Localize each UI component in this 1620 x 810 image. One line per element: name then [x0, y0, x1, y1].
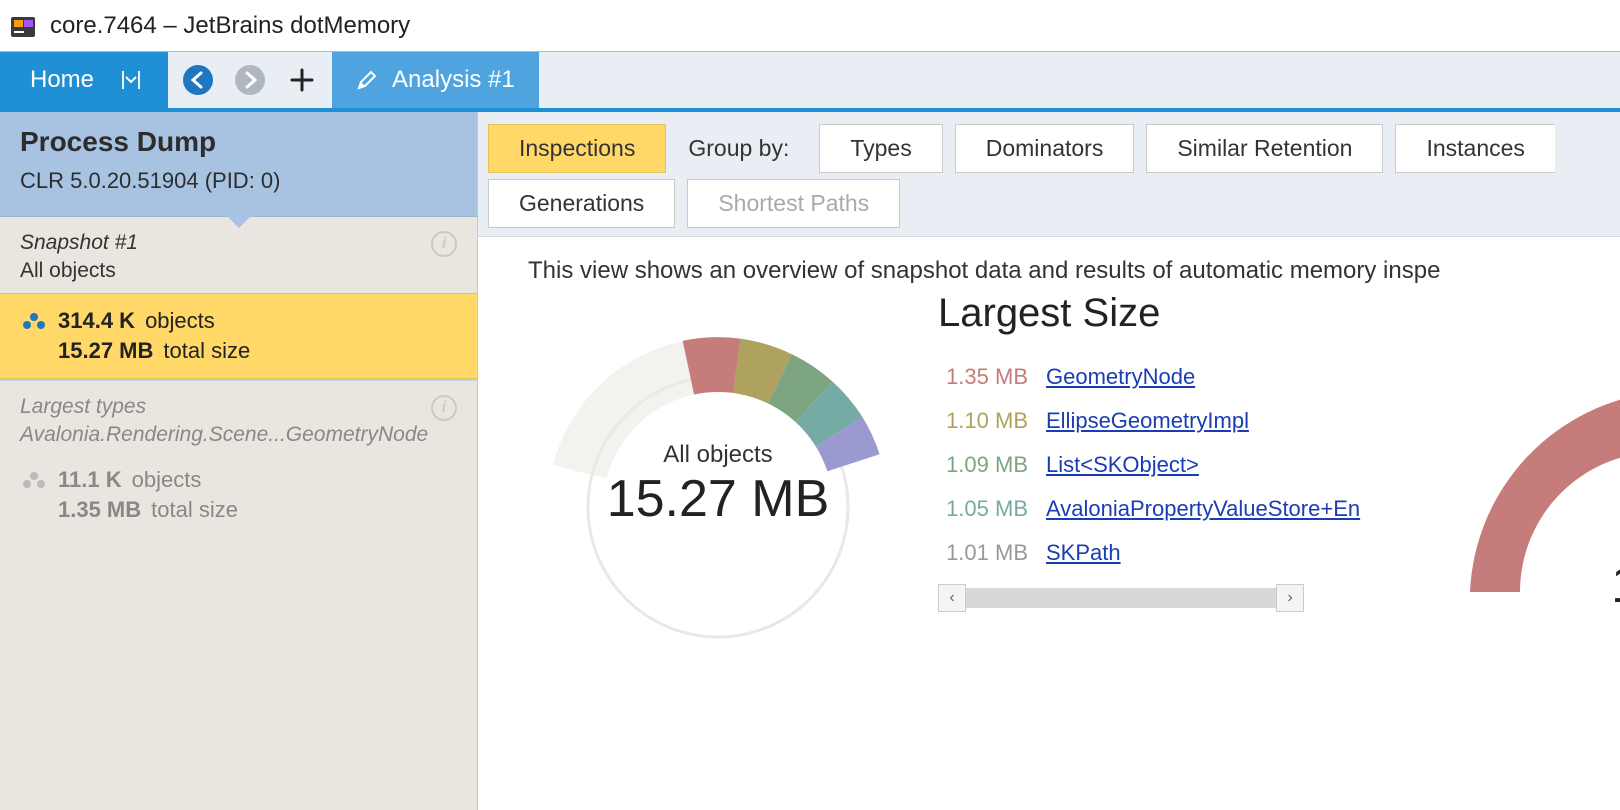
legend-size: 1.35 MB: [938, 364, 1028, 390]
process-dump-subtitle: CLR 5.0.20.51904 (PID: 0): [20, 168, 457, 194]
tabs-area: Inspections Group by: Types Dominators S…: [478, 112, 1620, 237]
legend-title: Largest Size: [938, 291, 1360, 336]
lt-objects-label: objects: [132, 467, 202, 493]
snapshot-card-selected[interactable]: 314.4 K objects 15.27 MB total size: [0, 293, 477, 379]
legend-link[interactable]: List<SKObject>: [1046, 452, 1199, 478]
pencil-icon: [356, 69, 378, 91]
legend-item[interactable]: 1.09 MB List<SKObject>: [938, 452, 1360, 478]
snapshot-subtitle: All objects: [20, 259, 457, 283]
tab-instances[interactable]: Instances: [1395, 124, 1554, 173]
legend-size: 1.01 MB: [938, 540, 1028, 566]
app-icon: [8, 10, 40, 42]
legend-item[interactable]: 1.05 MB AvaloniaPropertyValueStore+En: [938, 496, 1360, 522]
largest-types-title: Largest types: [20, 395, 457, 419]
tab-dominators[interactable]: Dominators: [955, 124, 1135, 173]
nav-group: [168, 52, 332, 108]
legend-size: 1.09 MB: [938, 452, 1028, 478]
legend-link[interactable]: EllipseGeometryImpl: [1046, 408, 1249, 434]
largest-types-card[interactable]: 11.1 K objects 1.35 MB total size: [0, 453, 477, 537]
nav-forward-button: [226, 56, 274, 104]
titlebar: core.7464 – JetBrains dotMemory: [0, 0, 1620, 52]
legend-hscroll[interactable]: ‹ ›: [938, 584, 1360, 612]
tab-types[interactable]: Types: [819, 124, 942, 173]
objects-icon: [20, 470, 48, 490]
svg-text:1: 1: [1611, 556, 1620, 614]
tab-inspections[interactable]: Inspections: [488, 124, 666, 173]
right-panel: Inspections Group by: Types Dominators S…: [478, 112, 1620, 810]
legend-link[interactable]: SKPath: [1046, 540, 1121, 566]
window-title: core.7464 – JetBrains dotMemory: [50, 12, 410, 40]
objects-icon: [20, 311, 48, 331]
total-size-label: total size: [163, 338, 250, 364]
donut-chart: All objects 15.27 MB: [518, 291, 918, 682]
donut-center-label: All objects: [518, 441, 918, 469]
process-dump-title: Process Dump: [20, 126, 457, 158]
largest-types-subtitle: Avalonia.Rendering.Scene...GeometryNode: [20, 423, 457, 447]
nav-back-button[interactable]: [174, 56, 222, 104]
legend: Largest Size 1.35 MB GeometryNode 1.10 M…: [938, 291, 1360, 612]
largest-types-header[interactable]: i Largest types Avalonia.Rendering.Scene…: [0, 379, 477, 453]
tab-shortest-paths: Shortest Paths: [687, 179, 900, 228]
tab-similar-retention[interactable]: Similar Retention: [1146, 124, 1383, 173]
info-icon[interactable]: i: [431, 395, 457, 421]
lt-total-size: 1.35 MB: [58, 497, 141, 523]
secondary-chart-cutoff: 1: [1440, 392, 1620, 810]
donut-center-value: 15.27 MB: [518, 469, 918, 529]
snapshot-title: Snapshot #1: [20, 231, 457, 255]
lt-objects-count: 11.1 K: [58, 467, 122, 493]
info-icon[interactable]: i: [431, 231, 457, 257]
tab-generations[interactable]: Generations: [488, 179, 675, 228]
lt-total-size-label: total size: [151, 497, 238, 523]
group-by-label: Group by:: [678, 135, 807, 162]
view-description: This view shows an overview of snapshot …: [478, 237, 1620, 291]
tab-analysis-label: Analysis #1: [392, 66, 515, 94]
legend-link[interactable]: AvaloniaPropertyValueStore+En: [1046, 496, 1360, 522]
legend-size: 1.10 MB: [938, 408, 1028, 434]
scroll-left-icon[interactable]: ‹: [938, 584, 966, 612]
legend-item[interactable]: 1.35 MB GeometryNode: [938, 364, 1360, 390]
toolbar: Home Analysis #1: [0, 52, 1620, 112]
tab-analysis[interactable]: Analysis #1: [332, 52, 539, 108]
snapshot-header[interactable]: i Snapshot #1 All objects: [0, 217, 477, 293]
left-panel: Process Dump CLR 5.0.20.51904 (PID: 0) i…: [0, 112, 478, 810]
process-dump-header[interactable]: Process Dump CLR 5.0.20.51904 (PID: 0): [0, 112, 477, 217]
legend-item[interactable]: 1.10 MB EllipseGeometryImpl: [938, 408, 1360, 434]
objects-count: 314.4 K: [58, 308, 135, 334]
objects-label: objects: [145, 308, 215, 334]
scroll-track[interactable]: [966, 588, 1276, 608]
total-size: 15.27 MB: [58, 338, 153, 364]
donut-center: All objects 15.27 MB: [518, 441, 918, 529]
legend-link[interactable]: GeometryNode: [1046, 364, 1195, 390]
home-button[interactable]: Home: [0, 52, 168, 108]
home-label: Home: [30, 66, 94, 94]
legend-size: 1.05 MB: [938, 496, 1028, 522]
nav-add-button[interactable]: [278, 56, 326, 104]
scroll-right-icon[interactable]: ›: [1276, 584, 1304, 612]
home-dropdown-icon[interactable]: [122, 71, 140, 89]
legend-item[interactable]: 1.01 MB SKPath: [938, 540, 1360, 566]
